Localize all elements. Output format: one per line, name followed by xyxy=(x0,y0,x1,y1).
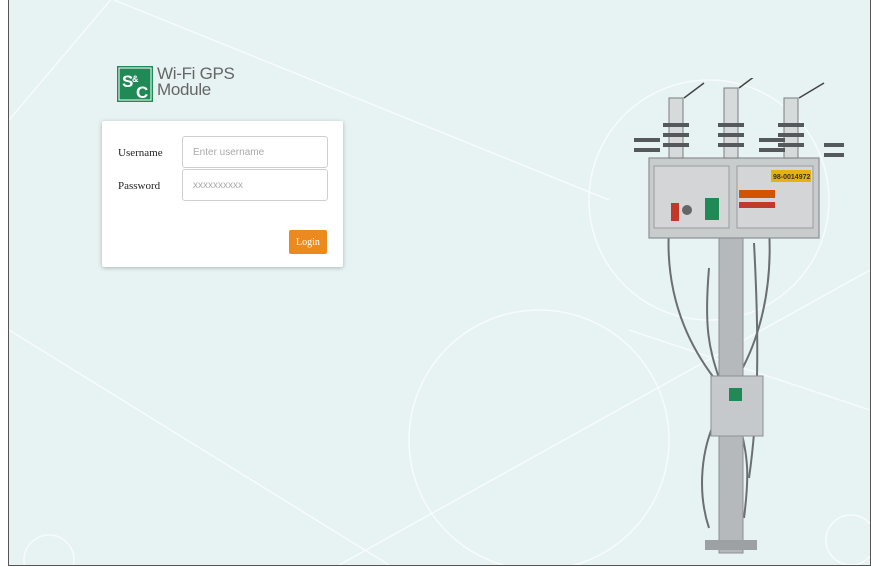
login-button[interactable]: Login xyxy=(289,230,327,254)
login-page: S & C Wi-Fi GPS Module Username Password… xyxy=(8,0,871,566)
control-box-logo-icon xyxy=(729,388,742,401)
product-title: Wi-Fi GPS Module xyxy=(157,65,235,99)
brand-logo: S & C Wi-Fi GPS Module xyxy=(117,65,235,102)
password-input[interactable] xyxy=(182,169,328,201)
username-input[interactable] xyxy=(182,136,328,168)
login-card: Username Password Login xyxy=(102,121,343,267)
product-image: 98-0014972 xyxy=(634,78,844,554)
username-label: Username xyxy=(118,147,163,159)
password-label: Password xyxy=(118,180,161,192)
password-row: Password xyxy=(102,169,343,201)
product-title-line2: Module xyxy=(157,80,211,99)
sc-logo-icon: S & C xyxy=(117,66,153,102)
username-row: Username xyxy=(102,136,343,168)
product-serial-label: 98-0014972 xyxy=(773,174,810,181)
svg-text:C: C xyxy=(136,83,148,102)
